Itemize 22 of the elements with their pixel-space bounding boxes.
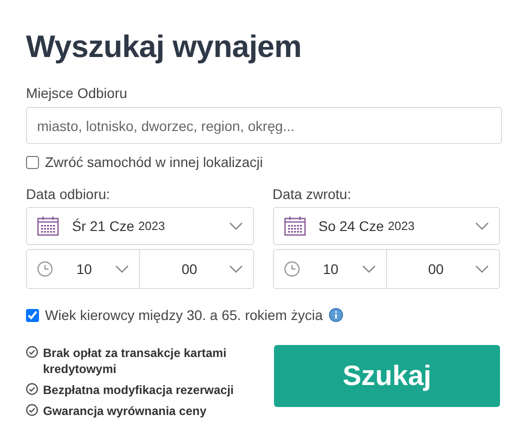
calendar-icon (37, 216, 59, 236)
field-label: Miejsce Odbioru (26, 85, 128, 101)
checkbox[interactable] (26, 308, 39, 322)
feature-text: Gwarancja wyrównania ceny (43, 403, 206, 419)
feature-text: Brak opłat za transakcje kartami kredytowymi (43, 345, 228, 377)
check-circle-icon (26, 346, 38, 358)
caret-icon (228, 222, 242, 230)
check-circle-icon (26, 383, 38, 395)
date-select[interactable]: Śr 21 Cze 2023 (26, 207, 254, 245)
checkbox-label: Wiek kierowcy między 30. a 65. rokiem życia (45, 307, 323, 323)
date-select[interactable]: So 24 Cze 2023 (272, 207, 500, 245)
caret-icon (475, 222, 489, 230)
check-circle-icon (26, 404, 38, 416)
page-title: Wyszukaj wynajem (26, 29, 302, 65)
field-label: Data odbioru: (26, 186, 112, 202)
field-label: Data zwrotu: (272, 186, 352, 202)
info-icon[interactable] (328, 308, 343, 322)
location-input-field[interactable]: miasto, lotnisko, dworzec, region, okręg... (26, 107, 502, 144)
feature-text: Bezpłatna modyfikacja rezerwacji (43, 382, 234, 398)
checkbox[interactable] (26, 156, 39, 168)
checkbox-label: Zwróć samochód w innej lokalizacji (45, 154, 263, 170)
calendar-icon (284, 216, 306, 236)
